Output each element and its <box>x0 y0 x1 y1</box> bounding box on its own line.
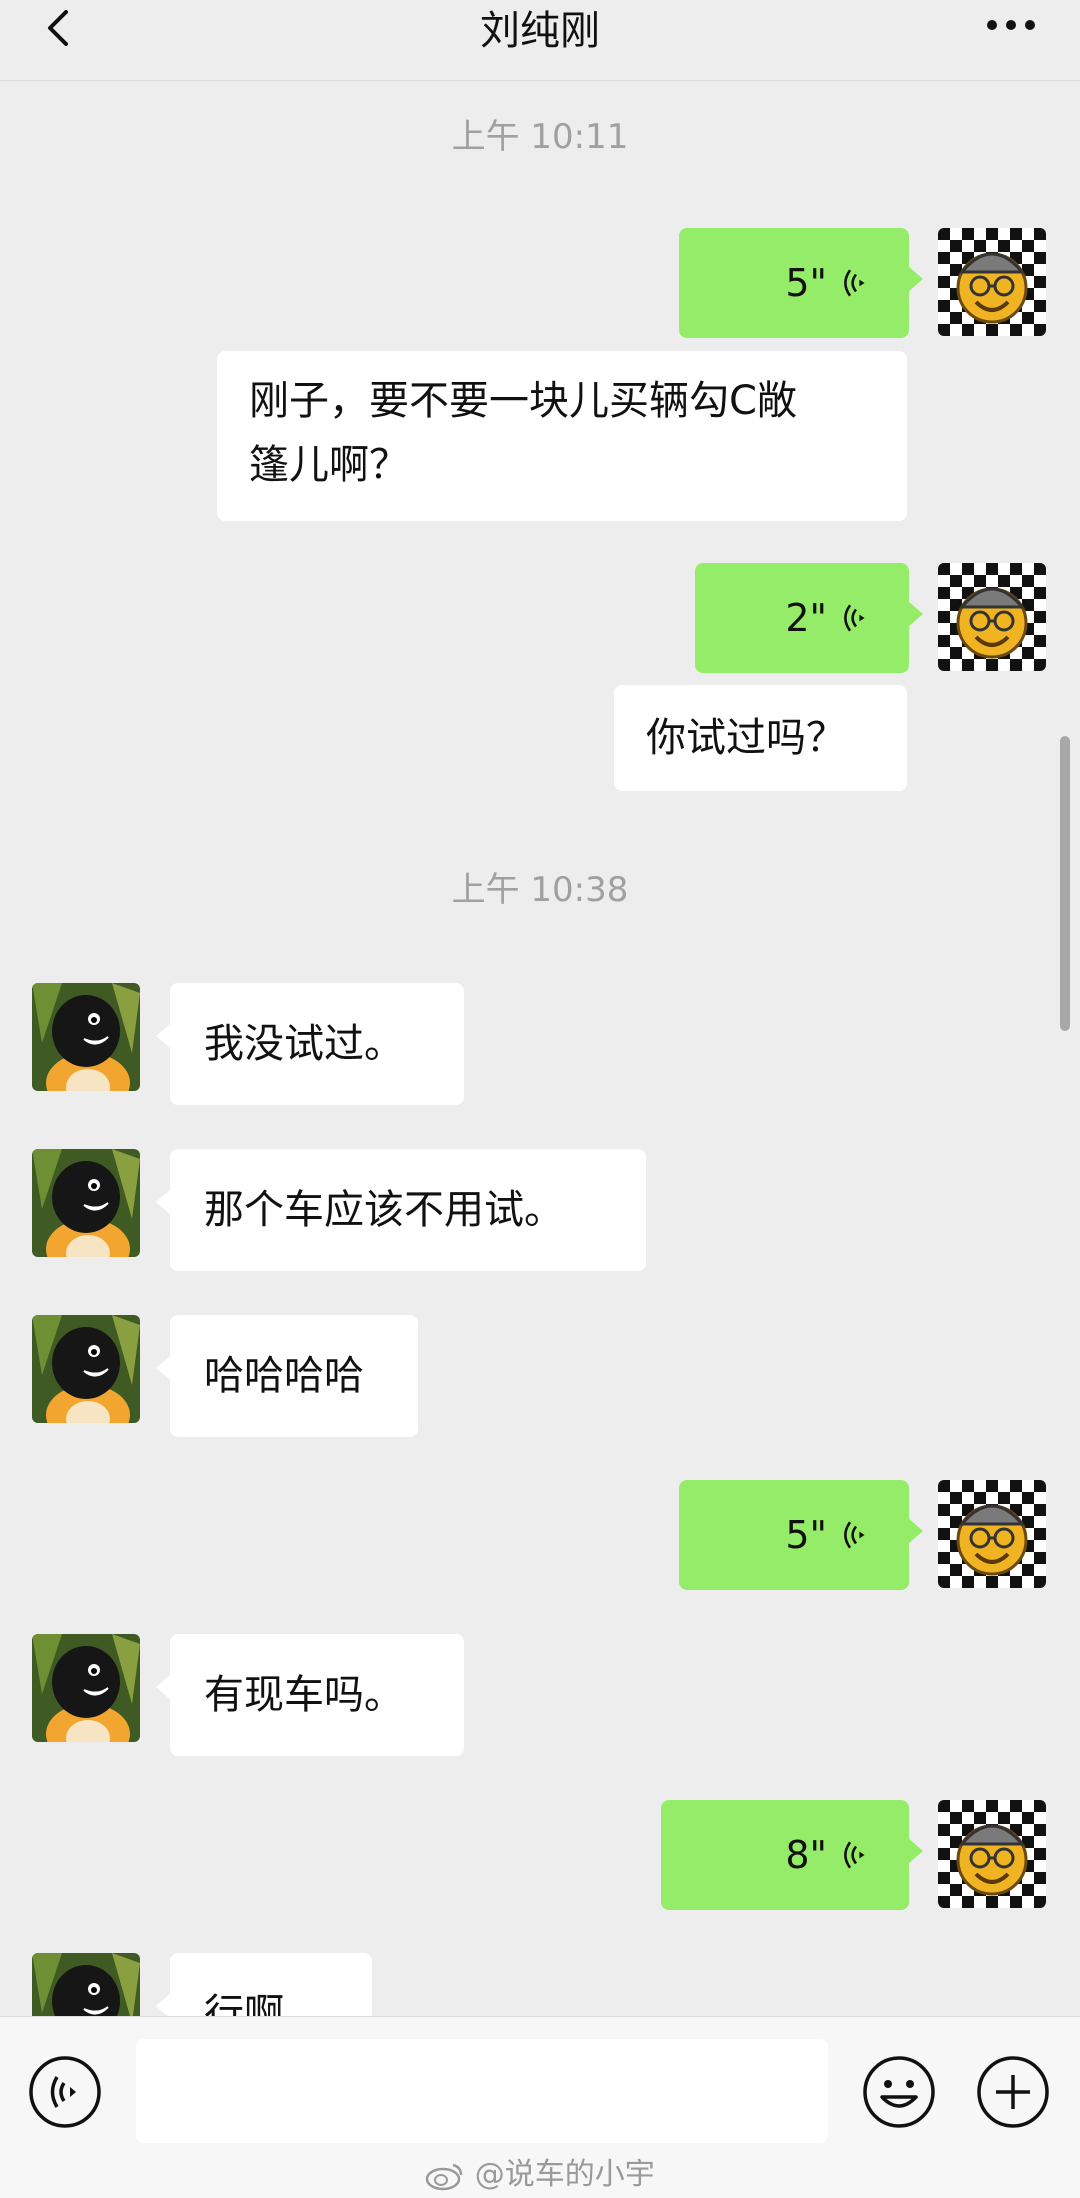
plus-icon[interactable] <box>976 2055 1050 2129</box>
avatar[interactable] <box>32 1634 140 1742</box>
message-input[interactable] <box>136 2039 828 2143</box>
message-line: 篷儿啊？ <box>249 442 409 488</box>
message-text: 那个车应该不用试。 <box>204 1187 564 1233</box>
weibo-icon <box>425 2163 463 2190</box>
voice-wave-icon <box>839 601 873 635</box>
chat-header: 刘纯刚 <box>0 0 1080 81</box>
text-message[interactable]: 那个车应该不用试。 <box>156 1149 646 1271</box>
text-message[interactable]: 行啊 <box>156 1953 372 2016</box>
avatar[interactable] <box>938 563 1046 671</box>
voice-duration: 8" <box>785 1833 827 1877</box>
watermark: @说车的小宇 <box>0 2149 1080 2193</box>
voice-wave-icon <box>839 1838 873 1872</box>
avatar[interactable] <box>938 228 1046 336</box>
chat-screen: 刘纯刚 上午 10:11 5" 刚子，要不要一块儿买辆勾C敞 篷儿啊？ 2" 你… <box>0 0 1080 2198</box>
watermark-text: @说车的小宇 <box>474 2157 655 2192</box>
voice-duration: 5" <box>785 261 827 305</box>
timestamp: 上午 10:38 <box>451 870 629 910</box>
voice-input-icon[interactable] <box>28 2055 102 2129</box>
text-message[interactable]: 刚子，要不要一块儿买辆勾C敞 篷儿啊？ <box>217 351 907 521</box>
text-message[interactable]: 我没试过。 <box>156 983 464 1105</box>
avatar[interactable] <box>938 1480 1046 1588</box>
message-text: 行啊 <box>204 1991 284 2016</box>
more-icon <box>987 20 1035 30</box>
emoji-icon[interactable] <box>862 2055 936 2129</box>
message-text: 我没试过。 <box>204 1021 404 1067</box>
voice-wave-icon <box>839 1518 873 1552</box>
voice-message[interactable]: 5" <box>679 228 923 338</box>
voice-message[interactable]: 5" <box>679 1480 923 1590</box>
voice-duration: 5" <box>785 1513 827 1557</box>
timestamp: 上午 10:11 <box>451 117 629 157</box>
text-message[interactable]: 有现车吗。 <box>156 1634 464 1756</box>
input-bar: @说车的小宇 <box>0 2016 1080 2198</box>
voice-wave-icon <box>839 266 873 300</box>
avatar[interactable] <box>32 1149 140 1257</box>
text-message[interactable]: 哈哈哈哈 <box>156 1315 418 1437</box>
avatar[interactable] <box>938 1800 1046 1908</box>
message-line: 刚子，要不要一块儿买辆勾C敞 <box>249 378 797 424</box>
avatar[interactable] <box>32 983 140 1091</box>
scrollbar[interactable] <box>1060 736 1070 1031</box>
voice-message[interactable]: 8" <box>661 1800 923 1910</box>
avatar[interactable] <box>32 1315 140 1423</box>
message-list[interactable]: 上午 10:11 5" 刚子，要不要一块儿买辆勾C敞 篷儿啊？ 2" 你试过吗？ <box>0 81 1080 2016</box>
voice-message[interactable]: 2" <box>695 563 923 673</box>
avatar[interactable] <box>32 1953 140 2016</box>
text-message[interactable]: 你试过吗？ <box>614 685 907 791</box>
chat-title: 刘纯刚 <box>480 8 600 54</box>
more-button[interactable] <box>976 0 1046 50</box>
message-text: 有现车吗。 <box>204 1672 404 1718</box>
message-text: 你试过吗？ <box>646 715 846 761</box>
voice-duration: 2" <box>785 596 827 640</box>
message-text: 哈哈哈哈 <box>204 1353 364 1399</box>
